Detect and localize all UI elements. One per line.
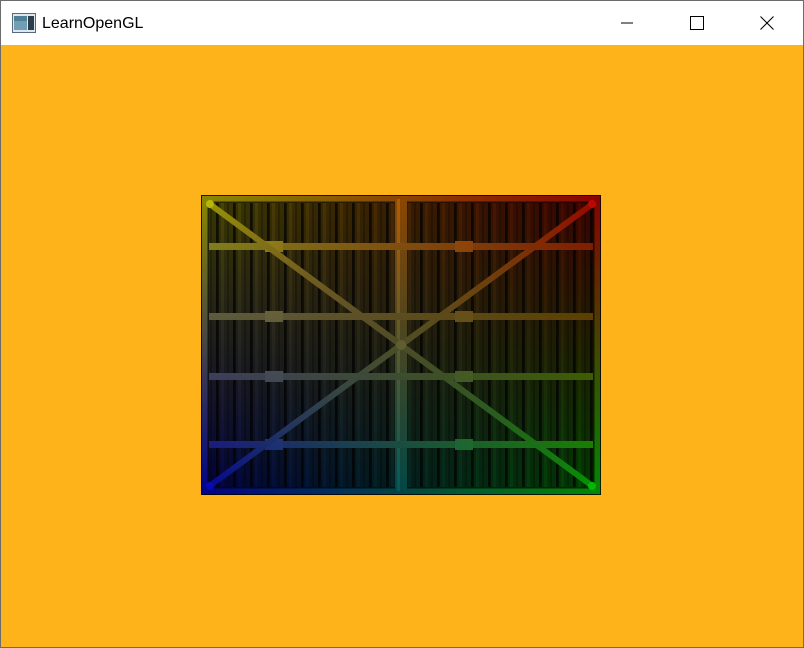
- close-button[interactable]: [744, 1, 790, 45]
- app-window: LearnOpenGL: [0, 0, 804, 648]
- wood-texture: [201, 195, 601, 495]
- minimize-button[interactable]: [604, 1, 650, 45]
- close-icon: [760, 16, 774, 30]
- minimize-icon: [621, 22, 633, 24]
- maximize-icon: [690, 16, 704, 30]
- opengl-window-icon: [12, 13, 36, 33]
- window-title: LearnOpenGL: [42, 15, 144, 32]
- textured-quad: [201, 195, 601, 495]
- title-bar[interactable]: LearnOpenGL: [1, 1, 803, 45]
- opengl-viewport[interactable]: [1, 45, 803, 647]
- maximize-button[interactable]: [674, 1, 720, 45]
